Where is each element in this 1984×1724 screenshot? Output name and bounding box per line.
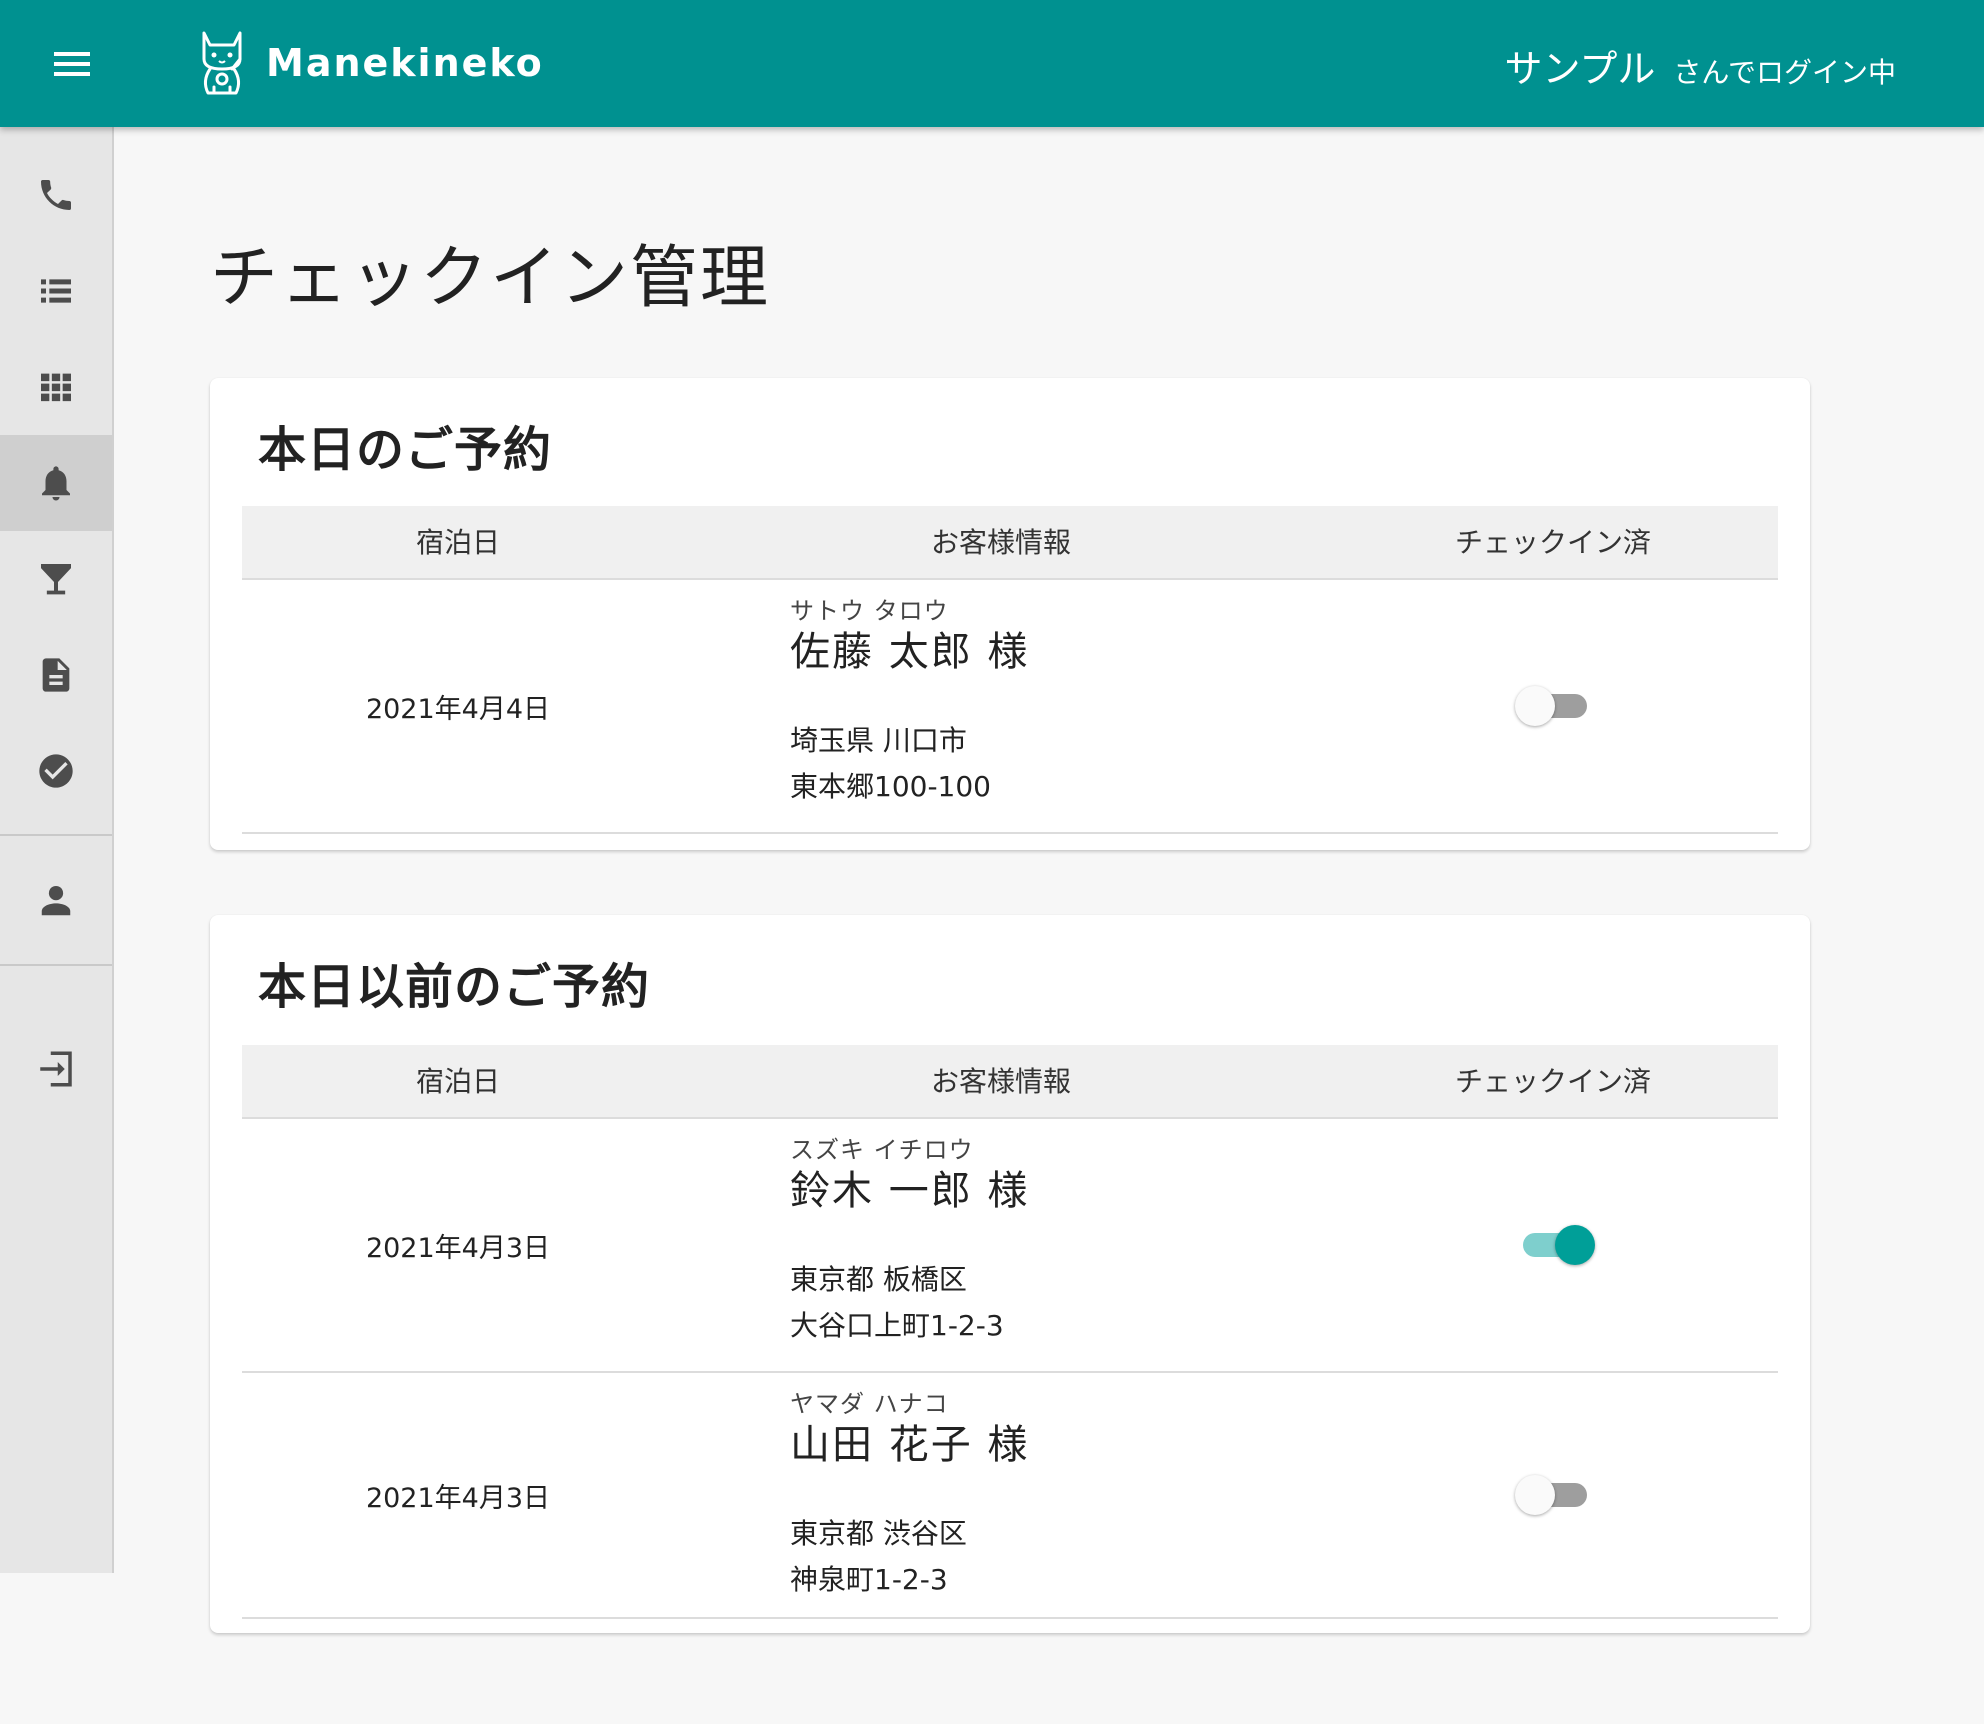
column-header-date: 宿泊日 — [415, 526, 500, 559]
sidebar-item-bar[interactable] — [0, 531, 112, 627]
table-row: 2021年4月4日 サトウ タロウ 佐藤 太郎 様 埼玉県 川口市 東本郷100… — [242, 580, 1778, 834]
guest-info: ヤマダ ハナコ 山田 花子 様 東京都 渋谷区 神泉町1-2-3 — [790, 1389, 1330, 1603]
login-user-name: サンプル — [1504, 47, 1656, 91]
sidebar-item-checkin-done[interactable] — [0, 723, 112, 819]
checkin-toggle[interactable] — [1515, 1221, 1595, 1269]
grid-icon — [41, 373, 71, 402]
guest-address-line2: 大谷口上町1-2-3 — [790, 1309, 1004, 1342]
stay-date: 2021年4月3日 — [365, 1232, 551, 1264]
table-row: 2021年4月3日 スズキ イチロウ 鈴木 一郎 様 東京都 板橋区 大谷口上町… — [242, 1119, 1778, 1373]
sidebar-item-logout[interactable] — [0, 1021, 112, 1117]
logo-text: Manekineko — [266, 41, 544, 85]
column-header-checked-in: チェックイン済 — [1454, 526, 1651, 559]
document-icon — [42, 658, 70, 692]
sidebar-divider — [0, 834, 112, 836]
bell-icon — [42, 466, 70, 501]
guest-name-kana: スズキ イチロウ — [790, 1136, 974, 1164]
guest-name: 鈴木 一郎 様 — [790, 1168, 1030, 1214]
logout-icon — [40, 1051, 72, 1087]
sidebar-item-documents[interactable] — [0, 627, 112, 723]
cocktail-icon — [41, 564, 71, 595]
login-info: サンプル さんでログイン中 — [1505, 38, 1896, 93]
checkin-toggle[interactable] — [1515, 682, 1591, 730]
app-bar: Manekineko サンプル さんでログイン中 — [0, 0, 1984, 127]
table-header: 宿泊日 お客様情報 チェックイン済 — [242, 1045, 1778, 1119]
column-header-guest-info: お客様情報 — [930, 1065, 1071, 1098]
guest-name-kana: ヤマダ ハナコ — [790, 1390, 949, 1418]
card-title: 本日以前のご予約 — [258, 959, 651, 1015]
check-circle-icon — [39, 754, 73, 788]
sidebar-item-account[interactable] — [0, 853, 112, 949]
column-header-guest-info: お客様情報 — [930, 526, 1071, 559]
card-title: 本日のご予約 — [258, 422, 553, 478]
column-header-date: 宿泊日 — [415, 1065, 500, 1098]
sidebar-item-list[interactable] — [0, 243, 112, 339]
guest-address-line1: 埼玉県 川口市 — [790, 724, 967, 757]
previous-reservations-card: 本日以前のご予約 宿泊日 お客様情報 チェックイン済 2021年4月3日 スズキ… — [210, 915, 1810, 1633]
phone-icon — [41, 180, 71, 210]
checkin-toggle[interactable] — [1515, 1471, 1591, 1519]
guest-name: 佐藤 太郎 様 — [790, 629, 1030, 675]
checkin-cell — [1328, 580, 1778, 832]
hamburger-menu-icon — [54, 52, 90, 76]
checkin-cell — [1328, 1373, 1778, 1617]
menu-button[interactable] — [40, 36, 104, 92]
sidebar — [0, 127, 114, 1573]
person-icon — [41, 885, 71, 916]
guest-info: スズキ イチロウ 鈴木 一郎 様 東京都 板橋区 大谷口上町1-2-3 — [790, 1135, 1330, 1349]
page-title: チェックイン管理 — [210, 239, 771, 318]
column-header-checked-in: チェックイン済 — [1454, 1065, 1651, 1098]
today-reservations-card: 本日のご予約 宿泊日 お客様情報 チェックイン済 2021年4月4日 サトウ タ… — [210, 378, 1810, 850]
guest-address-line2: 東本郷100-100 — [790, 770, 991, 803]
guest-address-line2: 神泉町1-2-3 — [790, 1563, 948, 1596]
sidebar-item-grid[interactable] — [0, 339, 112, 435]
sidebar-item-notifications[interactable] — [0, 435, 112, 531]
sidebar-divider — [0, 964, 112, 966]
guest-info: サトウ タロウ 佐藤 太郎 様 埼玉県 川口市 東本郷100-100 — [790, 596, 1330, 810]
checkin-cell — [1328, 1119, 1778, 1371]
previous-reservations-table: 宿泊日 お客様情報 チェックイン済 2021年4月3日 スズキ イチロウ 鈴木 … — [242, 1045, 1778, 1619]
toggle-thumb — [1515, 686, 1555, 726]
table-header: 宿泊日 お客様情報 チェックイン済 — [242, 506, 1778, 580]
app-logo[interactable]: Manekineko — [196, 26, 544, 100]
stay-date: 2021年4月3日 — [365, 1482, 551, 1514]
table-row: 2021年4月3日 ヤマダ ハナコ 山田 花子 様 東京都 渋谷区 神泉町1-2… — [242, 1373, 1778, 1619]
stay-date: 2021年4月4日 — [365, 693, 551, 725]
toggle-thumb — [1555, 1225, 1595, 1265]
sidebar-item-calls[interactable] — [0, 147, 112, 243]
list-icon — [41, 279, 71, 303]
guest-name-kana: サトウ タロウ — [790, 597, 949, 625]
guest-address-line1: 東京都 板橋区 — [790, 1263, 967, 1296]
today-reservations-table: 宿泊日 お客様情報 チェックイン済 2021年4月4日 サトウ タロウ 佐藤 太… — [242, 506, 1778, 834]
guest-name: 山田 花子 様 — [790, 1422, 1030, 1468]
maneki-neko-icon — [202, 31, 242, 95]
toggle-thumb — [1515, 1475, 1555, 1515]
guest-address-line1: 東京都 渋谷区 — [790, 1517, 967, 1550]
login-status-text: さんでログイン中 — [1673, 56, 1896, 89]
